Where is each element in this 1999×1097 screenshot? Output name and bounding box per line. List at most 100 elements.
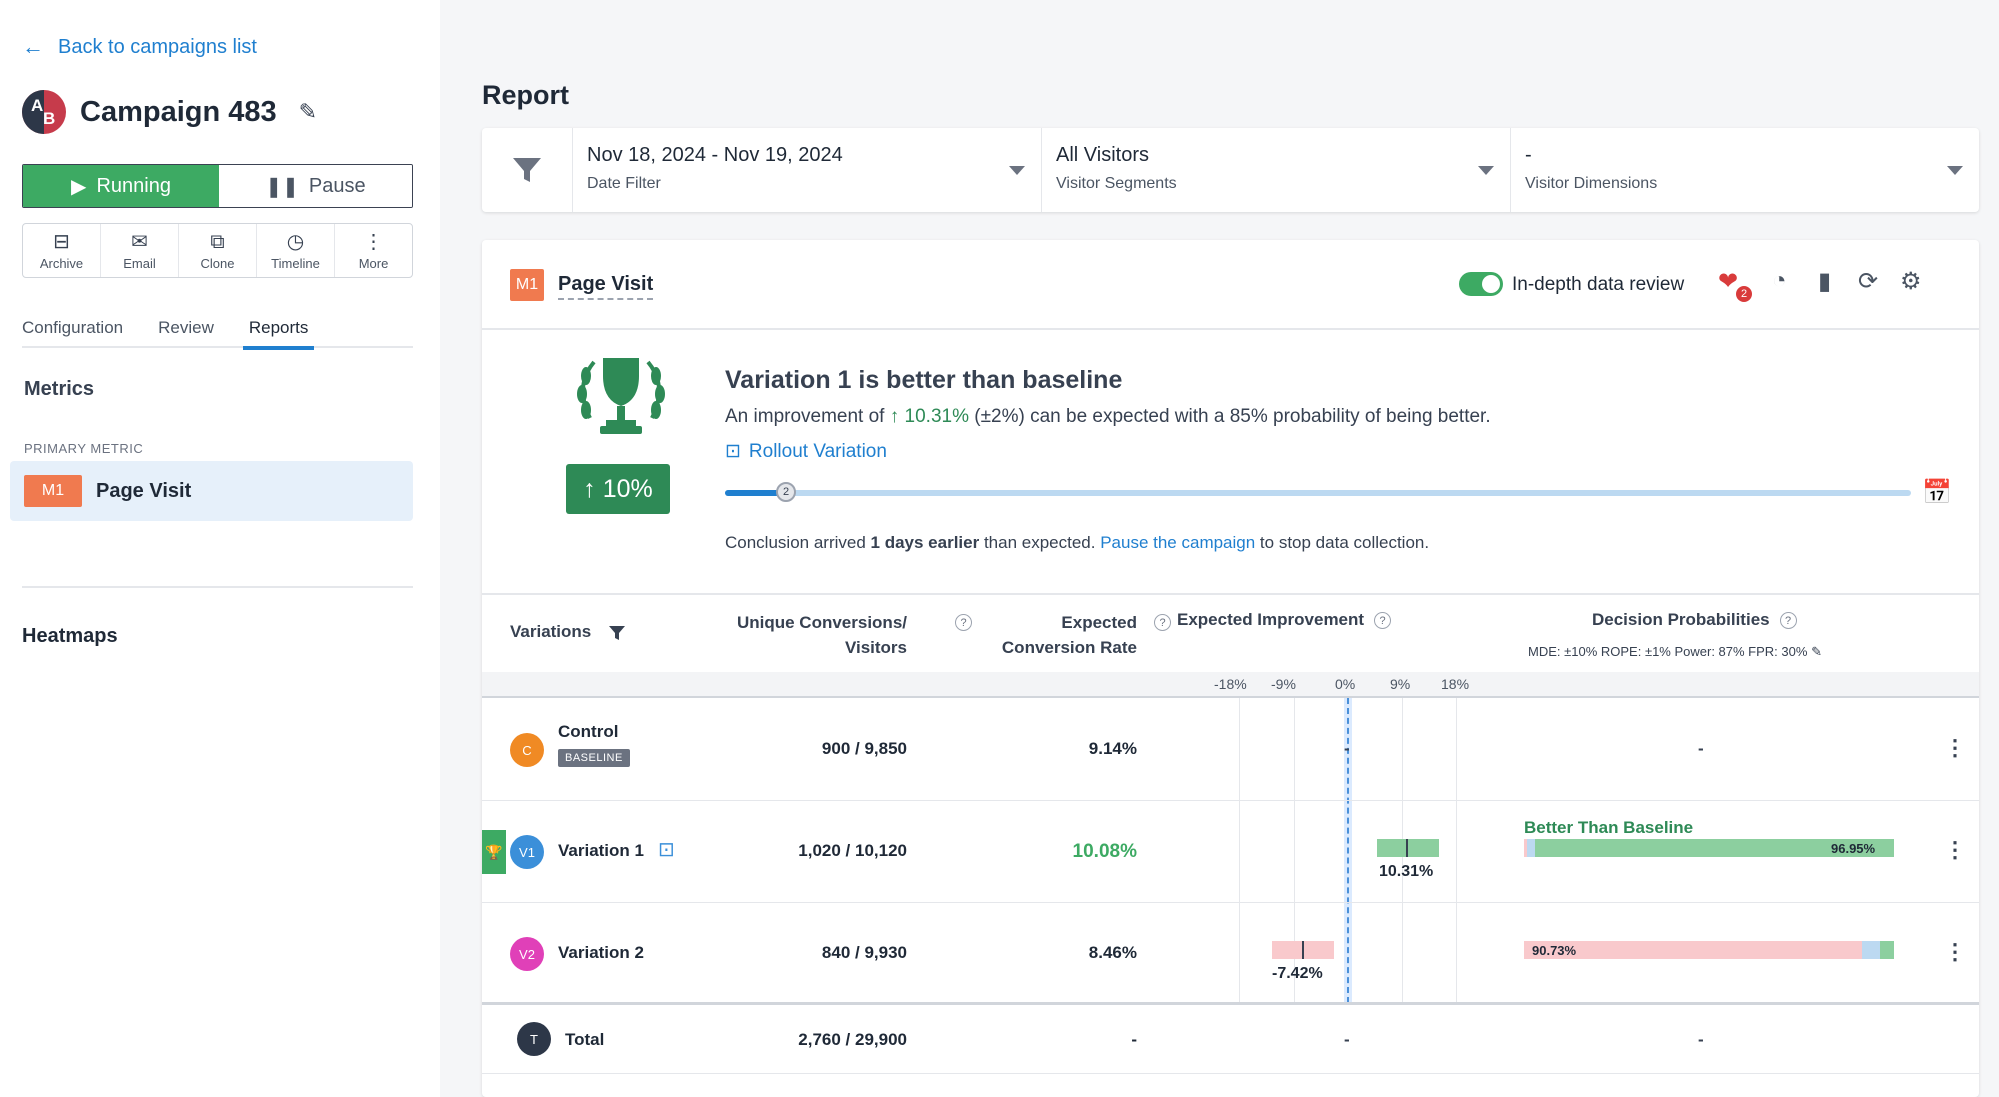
more-button[interactable]: ⋮ More bbox=[335, 224, 412, 277]
pie-settings-icon[interactable]: ◔ bbox=[1772, 267, 1787, 295]
metrics-heading: Metrics bbox=[24, 378, 95, 400]
improvement-value: 10.31% bbox=[904, 406, 969, 427]
in-depth-review-toggle[interactable] bbox=[1459, 272, 1503, 296]
pause-icon: ❚❚ bbox=[265, 175, 299, 198]
rollout-icon[interactable]: ⊡ bbox=[658, 837, 675, 862]
campaign-title: Campaign 483 bbox=[80, 95, 277, 128]
metric-report-card: M1 Page Visit In-depth data review ❤ 2 ◔… bbox=[482, 240, 1979, 1097]
edit-pencil-icon[interactable]: ✎ bbox=[299, 99, 317, 125]
card-header: M1 Page Visit In-depth data review ❤ 2 ◔… bbox=[482, 240, 1979, 330]
arrow-left-icon: ← bbox=[22, 34, 44, 59]
dimensions-value: - bbox=[1525, 144, 1532, 166]
total-probability: - bbox=[1698, 1030, 1704, 1049]
back-to-campaigns-link[interactable]: ← Back to campaigns list bbox=[22, 34, 257, 60]
improvement-label: 10.31% bbox=[1379, 863, 1434, 880]
total-conversions: 2,760 / 29,900 bbox=[798, 1030, 907, 1049]
variation-avatar: C bbox=[510, 733, 544, 767]
metric-name: Page Visit bbox=[96, 479, 192, 502]
conversions-cell: 1,020 / 10,120 bbox=[798, 841, 907, 860]
improvement-bar bbox=[1377, 839, 1439, 857]
progress-slider[interactable]: 2 bbox=[725, 482, 1911, 502]
row-menu-icon[interactable]: ⋮ bbox=[1944, 837, 1966, 863]
clone-button[interactable]: ⧉ Clone bbox=[179, 224, 257, 277]
chevron-down-icon bbox=[1947, 166, 1963, 175]
calendar-settings-icon[interactable]: 📅 bbox=[1922, 478, 1952, 507]
variations-header: Variations bbox=[510, 622, 626, 642]
probability-value: 96.95% bbox=[1831, 841, 1876, 856]
help-icon[interactable]: ? bbox=[1154, 614, 1171, 631]
archive-button[interactable]: ⊟ Archive bbox=[23, 224, 101, 277]
date-filter-value: Nov 18, 2024 - Nov 19, 2024 bbox=[587, 144, 843, 166]
date-filter[interactable]: Nov 18, 2024 - Nov 19, 2024 Date Filter bbox=[573, 128, 1042, 212]
total-rate: - bbox=[1131, 1030, 1137, 1049]
slider-knob[interactable]: 2 bbox=[776, 482, 796, 502]
health-heart-icon[interactable]: ❤ bbox=[1718, 267, 1738, 296]
axis-tick: 18% bbox=[1441, 676, 1470, 692]
arrow-up-icon: ↑ bbox=[583, 474, 603, 503]
filter-toggle[interactable] bbox=[482, 128, 573, 212]
sidebar: ← Back to campaigns list A B Campaign 48… bbox=[0, 0, 440, 1097]
axis-tick: -18% bbox=[1214, 676, 1247, 692]
chevron-down-icon bbox=[1009, 166, 1025, 175]
trophy-icon bbox=[577, 358, 665, 434]
result-summary: ↑ 10% Variation 1 is better than baselin… bbox=[482, 330, 1979, 595]
divider bbox=[22, 586, 413, 588]
visitor-segments-filter[interactable]: All Visitors Visitor Segments bbox=[1042, 128, 1511, 212]
email-icon: ✉ bbox=[131, 230, 148, 253]
help-icon[interactable]: ? bbox=[1779, 612, 1797, 630]
metric-title[interactable]: Page Visit bbox=[558, 273, 654, 300]
tab-review[interactable]: Review bbox=[158, 312, 214, 346]
metric-badge: M1 bbox=[24, 475, 82, 507]
metric-badge: M1 bbox=[510, 269, 544, 301]
running-button[interactable]: ▶ Running bbox=[23, 165, 219, 207]
campaign-header: A B Campaign 483 ✎ bbox=[22, 90, 317, 134]
table-row-total: T Total 2,760 / 29,900 - - - bbox=[482, 1006, 1979, 1074]
refresh-icon[interactable]: ⟳ bbox=[1858, 267, 1878, 296]
table-row-variation-2: V2 Variation 2 840 / 9,930 8.46% -7.42% … bbox=[482, 903, 1979, 1005]
campaign-tabs: Configuration Review Reports bbox=[22, 312, 413, 350]
book-icon[interactable]: ▮ bbox=[1818, 267, 1831, 296]
play-icon: ▶ bbox=[71, 175, 87, 198]
heatmaps-heading[interactable]: Heatmaps bbox=[22, 625, 118, 648]
tab-reports[interactable]: Reports bbox=[242, 312, 314, 350]
visitor-dimensions-filter[interactable]: - Visitor Dimensions bbox=[1511, 128, 1979, 212]
variation-name: Variation 2 bbox=[558, 943, 644, 962]
tab-configuration[interactable]: Configuration bbox=[22, 312, 123, 346]
decision-probabilities-header: Decision Probabilities? bbox=[1592, 610, 1797, 630]
rollout-variation-link[interactable]: ⊡ Rollout Variation bbox=[725, 440, 887, 463]
row-menu-icon[interactable]: ⋮ bbox=[1944, 939, 1966, 965]
conversion-rate-cell: 10.08% bbox=[1072, 841, 1137, 862]
improvement-bar-median bbox=[1302, 941, 1304, 959]
edit-pencil-icon[interactable]: ✎ bbox=[1811, 644, 1822, 659]
report-title: Report bbox=[482, 80, 569, 110]
toggle-label: In-depth data review bbox=[1512, 274, 1685, 295]
pause-button[interactable]: ❚❚ Pause bbox=[219, 165, 412, 207]
conversion-rate-cell: 8.46% bbox=[1088, 943, 1137, 962]
dimensions-label: Visitor Dimensions bbox=[1525, 175, 1658, 192]
variation-name: Variation 1 bbox=[558, 841, 644, 860]
filter-bar: Nov 18, 2024 - Nov 19, 2024 Date Filter … bbox=[482, 128, 1979, 212]
gear-icon[interactable]: ⚙ bbox=[1900, 267, 1922, 296]
better-than-baseline-label: Better Than Baseline bbox=[1524, 818, 1694, 837]
total-label: Total bbox=[565, 1030, 605, 1049]
metric-item-page-visit[interactable]: M1 Page Visit bbox=[10, 461, 413, 521]
timeline-button[interactable]: ◷ Timeline bbox=[257, 224, 335, 277]
email-button[interactable]: ✉ Email bbox=[101, 224, 179, 277]
variation-avatar: V1 bbox=[510, 835, 544, 869]
decision-params: MDE: ±10% ROPE: ±1% Power: 87% FPR: 30% … bbox=[1528, 644, 1822, 659]
filter-icon[interactable] bbox=[608, 625, 626, 641]
archive-icon: ⊟ bbox=[53, 230, 70, 253]
improvement-label: -7.42% bbox=[1272, 965, 1323, 982]
pause-campaign-link[interactable]: Pause the campaign bbox=[1100, 533, 1255, 552]
help-icon[interactable]: ? bbox=[1374, 612, 1392, 630]
conversion-rate-header: Expected Conversion Rate bbox=[1001, 613, 1137, 657]
probability-bar bbox=[1524, 941, 1894, 959]
total-improvement: - bbox=[1344, 1030, 1350, 1049]
campaign-actions: ⊟ Archive ✉ Email ⧉ Clone ◷ Timeline ⋮ M… bbox=[22, 223, 413, 278]
chevron-down-icon bbox=[1478, 166, 1494, 175]
probability-cell: - bbox=[1698, 739, 1704, 758]
variation-name: Control bbox=[558, 722, 619, 741]
variation-avatar: V2 bbox=[510, 937, 544, 971]
row-menu-icon[interactable]: ⋮ bbox=[1944, 735, 1966, 761]
run-pause-toggle: ▶ Running ❚❚ Pause bbox=[22, 164, 413, 208]
